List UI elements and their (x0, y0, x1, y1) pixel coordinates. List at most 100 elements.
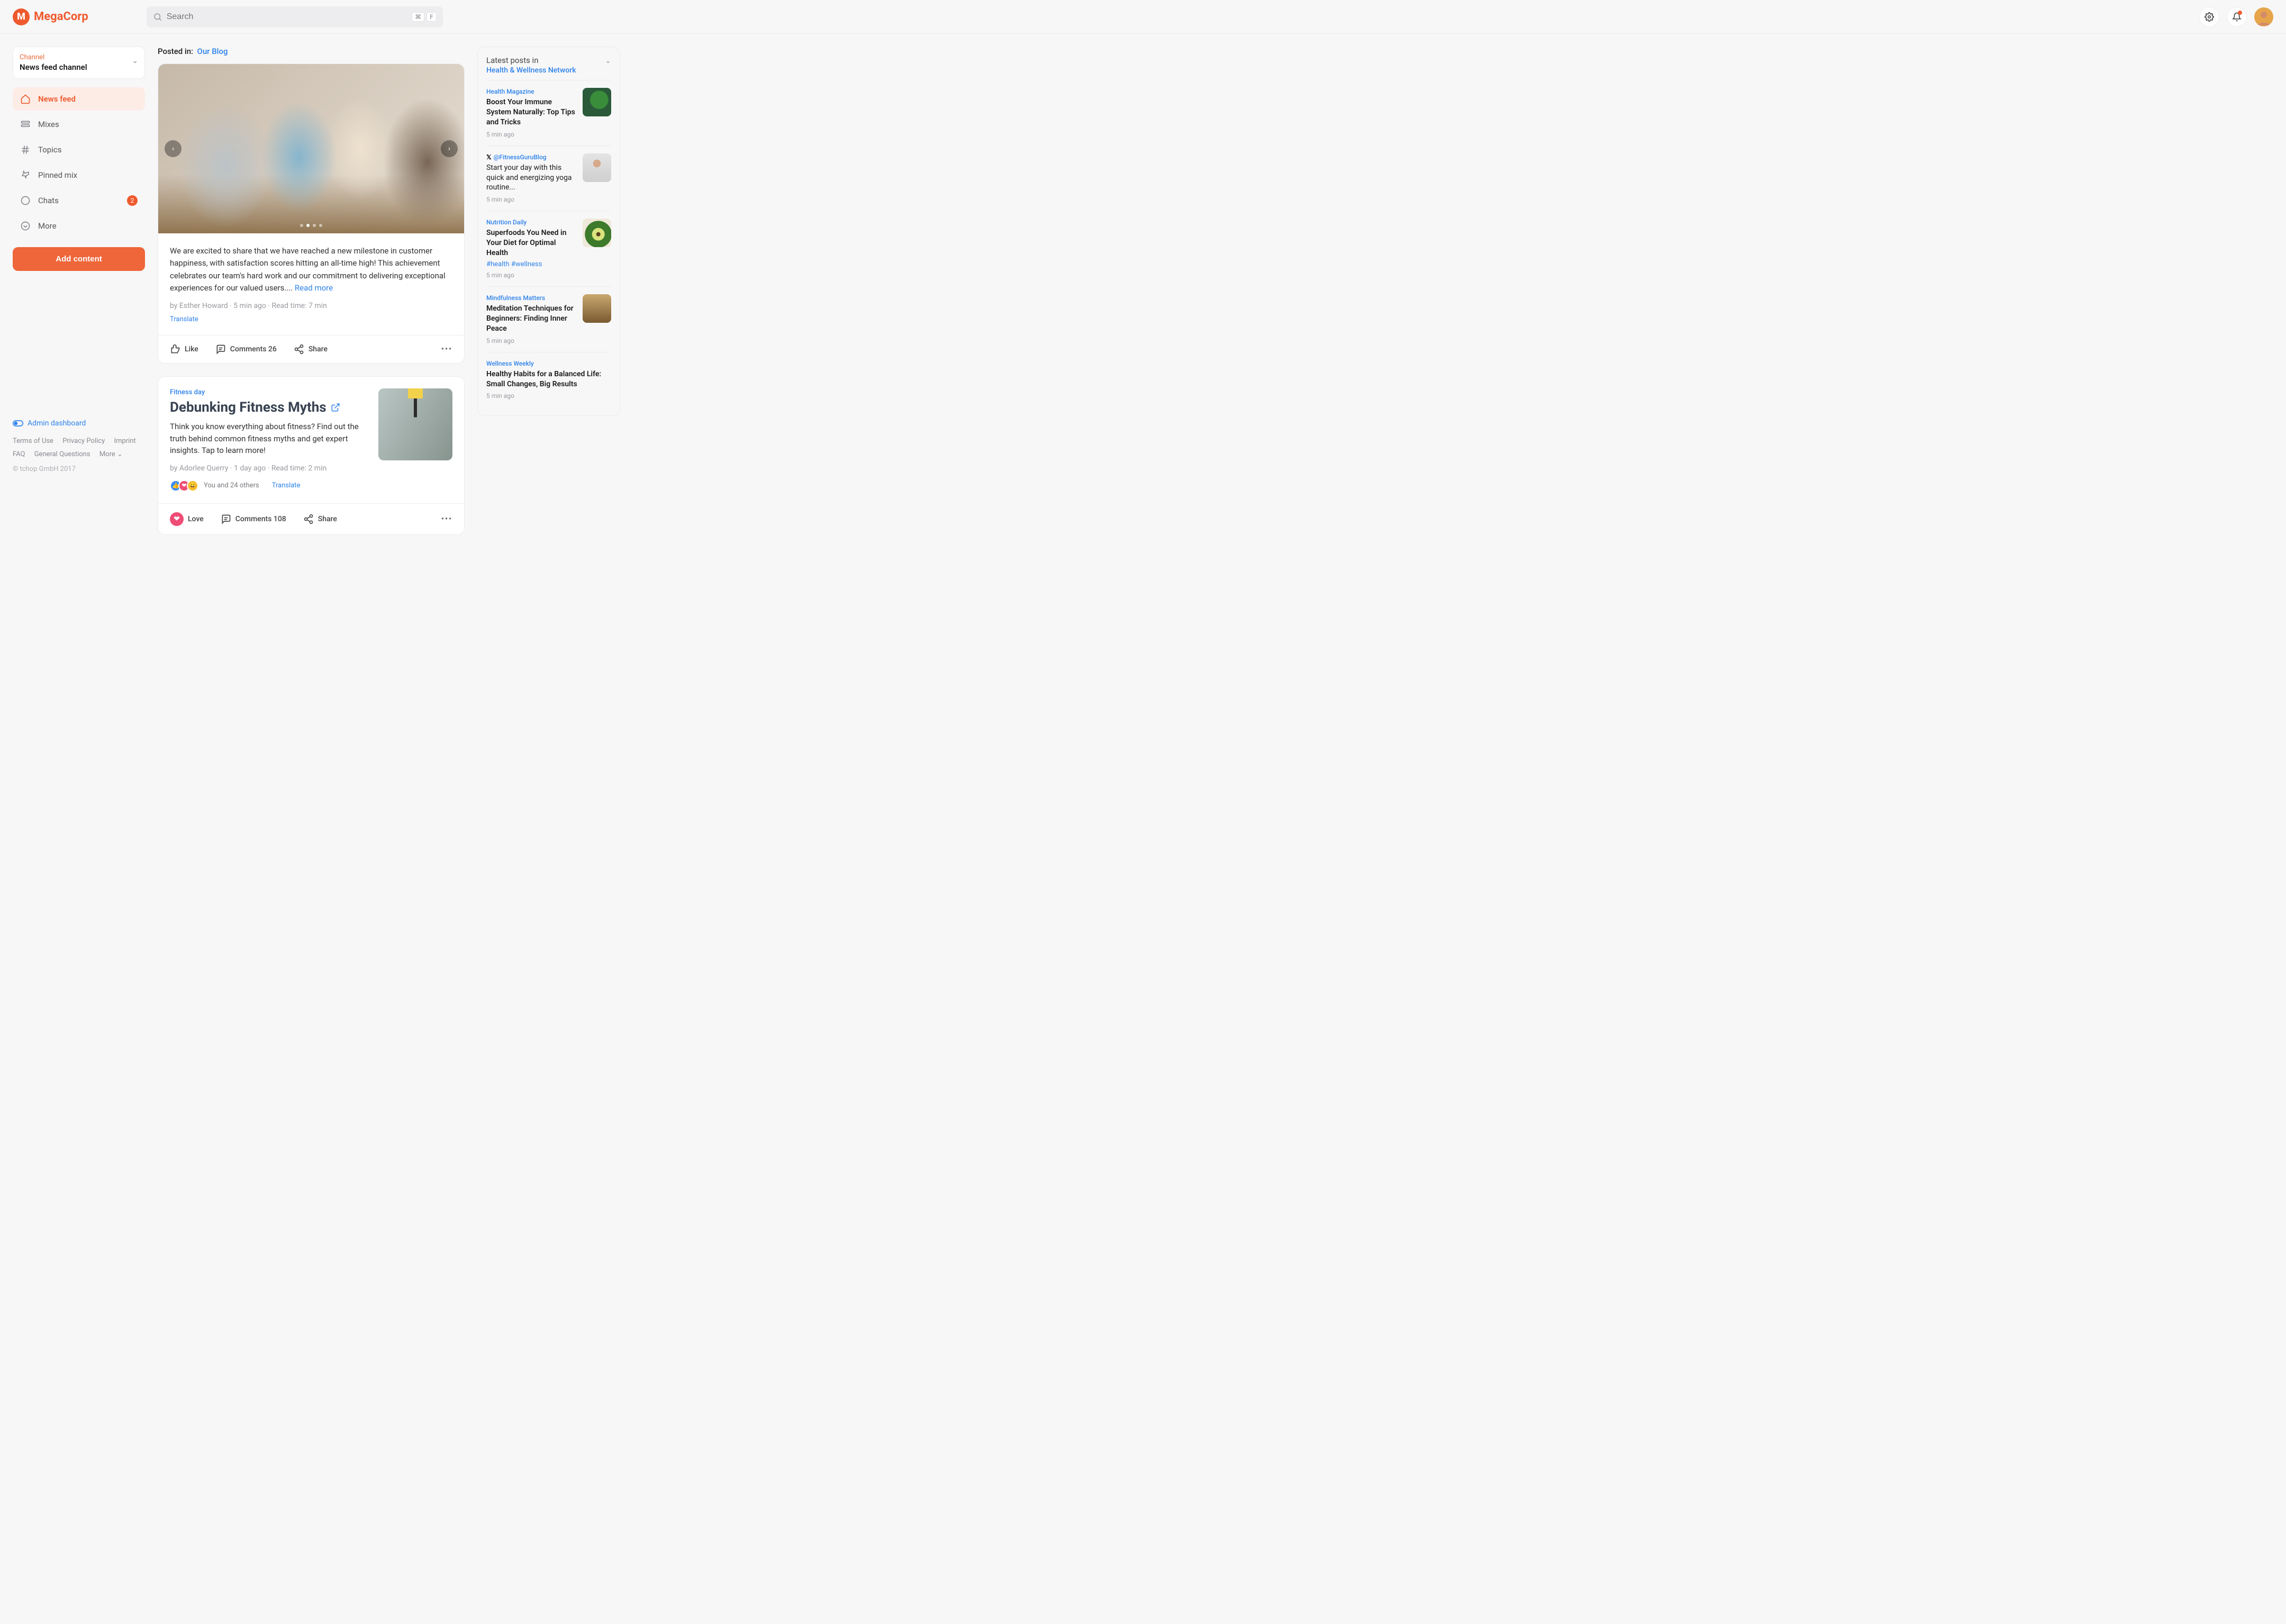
latest-post-item[interactable]: Health Magazine Boost Your Immune System… (486, 80, 611, 146)
posted-in-link[interactable]: Our Blog (197, 47, 228, 56)
chats-badge: 2 (127, 195, 138, 206)
user-avatar[interactable] (2254, 7, 2273, 26)
read-more-link[interactable]: Read more (295, 283, 333, 293)
like-button[interactable]: Like (170, 344, 198, 355)
sidebar-nav: News feed Mixes Topics Pinned mix (13, 87, 145, 238)
comments-label: Comments 26 (230, 345, 277, 353)
nav-label: News feed (38, 94, 76, 104)
post-excerpt: Think you know everything about fitness?… (170, 421, 369, 457)
nav-more[interactable]: More (13, 214, 145, 238)
panel-title: Latest posts in (486, 56, 611, 65)
carousel-dot[interactable] (300, 224, 303, 227)
panel-header[interactable]: Latest posts in Health & Wellness Networ… (486, 56, 611, 75)
translate-link[interactable]: Translate (272, 482, 301, 489)
love-button[interactable]: ❤ Love (170, 512, 204, 526)
sidebar-footer: Admin dashboard Terms of Use Privacy Pol… (13, 419, 145, 473)
lp-tags[interactable]: #health #wellness (486, 260, 576, 268)
settings-button[interactable] (2199, 7, 2219, 27)
translate-link[interactable]: Translate (170, 315, 452, 323)
kbd-cmd: ⌘ (412, 12, 424, 22)
lp-time: 5 min ago (486, 392, 611, 400)
avatar-icon (2254, 7, 2273, 26)
post-title-text: Debunking Fitness Myths (170, 400, 326, 415)
heart-icon: ❤ (170, 512, 184, 526)
lp-source: Nutrition Daily (486, 219, 576, 226)
latest-post-item[interactable]: Nutrition Daily Superfoods You Need in Y… (486, 211, 611, 286)
comments-button[interactable]: Comments 108 (221, 514, 286, 524)
lp-title: Superfoods You Need in Your Diet for Opt… (486, 228, 576, 258)
footer-imprint[interactable]: Imprint (114, 437, 135, 445)
nav-chats[interactable]: Chats 2 (13, 189, 145, 212)
post-excerpt: We are excited to share that we have rea… (170, 245, 452, 294)
post-body: We are excited to share that we have rea… (158, 233, 464, 335)
nav-label: Mixes (38, 120, 59, 129)
post2-body: Fitness day Debunking Fitness Myths Thin… (158, 377, 464, 503)
nav-pinned-mix[interactable]: Pinned mix (13, 164, 145, 187)
channel-selector[interactable]: Channel News feed channel ⌄ (13, 47, 145, 79)
admin-dashboard-link[interactable]: Admin dashboard (13, 419, 145, 428)
share-label: Share (309, 345, 328, 353)
nav-news-feed[interactable]: News feed (13, 87, 145, 111)
search-icon (153, 12, 162, 22)
chevron-circle-down-icon (20, 221, 31, 231)
posted-in: Posted in: Our Blog (158, 47, 465, 56)
lp-title: Start your day with this quick and energ… (486, 163, 576, 193)
footer-faq[interactable]: FAQ (13, 450, 25, 458)
lp-title: Boost Your Immune System Naturally: Top … (486, 97, 576, 128)
sidebar: Channel News feed channel ⌄ News feed Mi… (13, 47, 145, 473)
post-actions: ❤ Love Comments 108 Share ••• (158, 503, 464, 534)
panel-network-link[interactable]: Health & Wellness Network (486, 66, 611, 75)
search-box[interactable]: ⌘ F (147, 6, 443, 28)
comment-icon (215, 344, 226, 355)
carousel-dot[interactable] (313, 224, 316, 227)
nav-mixes[interactable]: Mixes (13, 113, 145, 136)
topbar-right (2199, 7, 2273, 27)
share-button[interactable]: Share (294, 344, 328, 355)
nav-label: Chats (38, 196, 59, 205)
chevron-down-icon: ⌄ (132, 57, 138, 65)
comments-button[interactable]: Comments 26 (215, 344, 277, 355)
carousel-prev[interactable]: ‹ (165, 140, 182, 157)
copyright: © tchop GmbH 2017 (13, 465, 145, 473)
post-category-link[interactable]: Fitness day (170, 388, 369, 396)
kbd-f: F (427, 12, 437, 22)
hash-icon (20, 144, 31, 155)
right-column: Latest posts in Health & Wellness Networ… (477, 47, 620, 416)
lp-source: Wellness Weekly (486, 360, 611, 367)
carousel-dot-active[interactable] (306, 224, 310, 227)
post-title[interactable]: Debunking Fitness Myths (170, 400, 369, 415)
notification-dot-icon (2238, 11, 2242, 15)
post2-text: Fitness day Debunking Fitness Myths Thin… (170, 388, 369, 492)
footer-privacy[interactable]: Privacy Policy (62, 437, 105, 445)
chevron-down-icon: ⌄ (605, 57, 611, 65)
channel-label: Channel (20, 53, 138, 61)
post-more-button[interactable]: ••• (441, 345, 452, 353)
lp-time: 5 min ago (486, 131, 576, 138)
add-content-button[interactable]: Add content (13, 247, 145, 271)
footer-links: Terms of Use Privacy Policy Imprint FAQ … (13, 435, 145, 461)
share-button[interactable]: Share (303, 514, 337, 524)
lp-time: 5 min ago (486, 337, 576, 344)
search-input[interactable] (167, 12, 410, 22)
brand[interactable]: M MegaCorp (13, 8, 88, 25)
post-actions: Like Comments 26 Share ••• (158, 335, 464, 363)
latest-post-item[interactable]: Wellness Weekly Healthy Habits for a Bal… (486, 352, 611, 407)
nav-topics[interactable]: Topics (13, 138, 145, 161)
post-hero-image: ‹ › (158, 64, 464, 233)
nav-label: Pinned mix (38, 170, 77, 180)
post-card-1: ‹ › We are excited to share that we have… (158, 63, 465, 364)
latest-post-item[interactable]: 𝕏 @FitnessGuruBlog Start your day with t… (486, 146, 611, 211)
latest-post-item[interactable]: Mindfulness Matters Meditation Technique… (486, 286, 611, 352)
notifications-button[interactable] (2227, 7, 2247, 27)
comment-icon (221, 514, 231, 524)
footer-terms[interactable]: Terms of Use (13, 437, 53, 445)
comments-label: Comments 108 (235, 515, 286, 523)
carousel-dot[interactable] (319, 224, 322, 227)
like-label: Like (185, 345, 198, 353)
footer-more[interactable]: More ⌄ (99, 450, 123, 458)
post-more-button[interactable]: ••• (441, 515, 452, 523)
footer-general[interactable]: General Questions (34, 450, 90, 458)
carousel-next[interactable]: › (441, 140, 458, 157)
reactions-summary[interactable]: 👍 ❤ 😄 You and 24 others Translate (170, 480, 369, 492)
layout: Channel News feed channel ⌄ News feed Mi… (0, 34, 2286, 560)
